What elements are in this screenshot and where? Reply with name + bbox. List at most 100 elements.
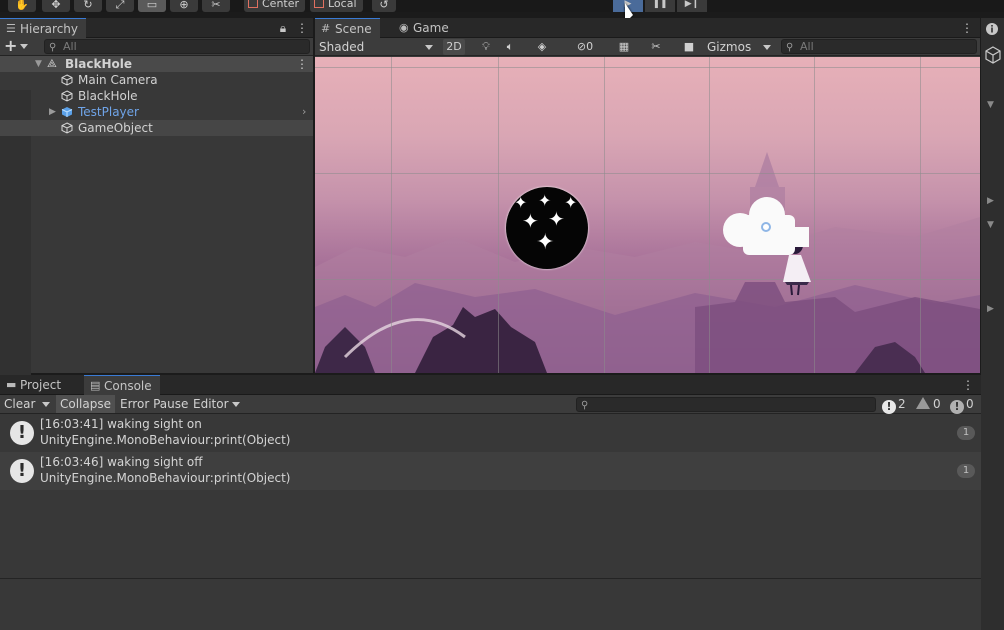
custom-tool-button[interactable]: ✂ xyxy=(202,0,230,12)
rect-tool-button[interactable]: ▭ xyxy=(138,0,166,12)
add-object-dropdown[interactable]: + xyxy=(4,38,34,54)
folder-icon: ▬ xyxy=(6,378,17,391)
error-count-toggle[interactable]: ! 0 xyxy=(950,396,974,414)
hierarchy-item-blackhole[interactable]: BlackHole xyxy=(0,88,313,104)
log-count-badge: 1 xyxy=(957,464,975,478)
scale-tool-button[interactable]: ⤢ xyxy=(106,0,134,12)
pivot-local-button[interactable]: Local xyxy=(310,0,363,12)
scene-menu-icon[interactable]: ⋮ xyxy=(961,20,973,36)
scene-search-input[interactable]: ⚲ All xyxy=(781,39,977,54)
hierarchy-toolbar: + ⚲ All xyxy=(0,38,313,56)
hierarchy-list: ▼ ⟁ BlackHole ⋮ Main Camera BlackHole ▶ … xyxy=(0,56,313,136)
tab-hierarchy[interactable]: ☰ Hierarchy xyxy=(0,18,87,38)
clear-button[interactable]: Clear xyxy=(0,395,39,413)
hierarchy-item-main-camera[interactable]: Main Camera xyxy=(0,72,313,88)
info-count-toggle[interactable]: ! 2 xyxy=(882,396,906,414)
camera-icon: ■ xyxy=(683,40,695,53)
lighting-icon[interactable]: 💡︎ xyxy=(477,39,495,55)
scene-viewport[interactable]: ✦ ✦ ✦ ✦ ✦ ✦ xyxy=(315,57,980,373)
unity-scene-icon: ⟁ xyxy=(47,57,57,70)
chevron-down-icon xyxy=(763,45,771,50)
hand-tool-button[interactable]: ✋ xyxy=(8,0,36,12)
collapse-arrow-icon[interactable]: ▼ xyxy=(987,220,994,230)
tab-project[interactable]: ▬ Project xyxy=(0,375,69,395)
gizmos-dropdown[interactable]: Gizmos xyxy=(707,39,773,55)
move-tool-button[interactable]: ✥ xyxy=(42,0,70,12)
collapse-arrow-icon[interactable]: ▶ xyxy=(987,196,994,206)
tab-scene[interactable]: # Scene xyxy=(315,18,380,38)
log-entry[interactable]: ! [16:03:41] waking sight on UnityEngine… xyxy=(0,414,981,452)
collapse-arrow-icon[interactable]: ▼ xyxy=(987,100,994,110)
info-icon: ! xyxy=(10,421,34,445)
log-message: [16:03:41] waking sight on xyxy=(40,417,202,431)
grid-line xyxy=(315,279,980,280)
search-icon: ⚲ xyxy=(786,42,794,53)
log-detail-divider[interactable] xyxy=(0,578,981,579)
lock-icon[interactable]: 🔒︎ xyxy=(278,20,288,36)
snap-button[interactable]: ↺ xyxy=(372,0,396,12)
sparkle-icon: ✦ xyxy=(564,193,578,212)
hierarchy-item-testplayer[interactable]: ▶ TestPlayer › xyxy=(0,104,313,120)
toggle-2d-button[interactable]: 2D xyxy=(443,39,465,55)
error-icon: ! xyxy=(950,400,964,414)
gameobject-icon xyxy=(985,46,1001,64)
log-count-badge: 1 xyxy=(957,426,975,440)
chevron-right-icon[interactable]: › xyxy=(302,104,306,120)
blackhole-sprite[interactable]: ✦ ✦ ✦ ✦ ✦ ✦ xyxy=(506,187,588,269)
hierarchy-item-label: TestPlayer xyxy=(78,105,139,119)
info-icon: ! xyxy=(10,459,34,483)
sparkle-icon: ✦ xyxy=(536,230,555,255)
collapse-arrow-icon[interactable]: ▶ xyxy=(987,304,994,314)
search-icon: ⚲ xyxy=(49,42,57,53)
log-message: [16:03:46] waking sight off xyxy=(40,455,203,469)
error-pause-button[interactable]: Error Pause xyxy=(116,395,192,413)
clear-options-dropdown[interactable] xyxy=(38,395,54,413)
hidden-objects-toggle[interactable]: ⊘0 xyxy=(571,39,599,55)
grid-line xyxy=(315,173,980,174)
rotate-tool-button[interactable]: ↻ xyxy=(74,0,102,12)
grid-snapping-dropdown[interactable]: ▦ xyxy=(605,39,643,55)
transform-tool-button[interactable]: ⊕ xyxy=(170,0,198,12)
camera-dropdown[interactable]: ■ xyxy=(673,39,705,55)
scene-panel: # Scene ◉ Game ⋮ Shaded 2D 💡︎ 🔈︎ ◈ ⊘0 ▦ … xyxy=(315,18,980,373)
scene-name: BlackHole xyxy=(65,57,132,71)
info-icon: ! xyxy=(882,400,896,414)
hierarchy-item-label: Main Camera xyxy=(78,73,158,87)
effects-dropdown[interactable]: ◈ xyxy=(525,39,559,55)
warning-count-toggle[interactable]: 0 xyxy=(916,396,941,412)
tab-console[interactable]: ▤ Console xyxy=(84,375,160,395)
pivot-center-button[interactable]: Center xyxy=(244,0,306,12)
pause-button[interactable]: ❚❚ xyxy=(645,0,675,12)
grid-line xyxy=(315,67,980,68)
chevron-down-icon xyxy=(20,44,28,49)
audio-icon[interactable]: 🔈︎ xyxy=(501,39,519,55)
expand-arrow-icon[interactable]: ▼ xyxy=(35,56,42,72)
step-button[interactable]: ▶❙ xyxy=(677,0,707,12)
scene-menu-icon[interactable]: ⋮ xyxy=(296,56,308,72)
shading-mode-dropdown[interactable]: Shaded xyxy=(319,39,435,55)
hierarchy-search-input[interactable]: ⚲ All xyxy=(44,39,310,54)
console-search-input[interactable]: ⚲ xyxy=(576,397,876,412)
log-entry[interactable]: ! [16:03:46] waking sight off UnityEngin… xyxy=(0,452,981,490)
local-icon xyxy=(314,0,324,8)
eye-off-icon: ⊘ xyxy=(576,40,587,53)
grid-line xyxy=(604,57,605,373)
camera-gizmo-icon[interactable] xyxy=(723,197,813,259)
info-icon[interactable] xyxy=(985,22,999,36)
background-artwork xyxy=(315,152,980,373)
warning-icon xyxy=(916,397,930,409)
tools-icon[interactable]: ✂ xyxy=(647,39,665,55)
editor-dropdown[interactable]: Editor xyxy=(189,395,243,413)
hierarchy-item-gameobject[interactable]: GameObject xyxy=(0,120,313,136)
tab-game[interactable]: ◉ Game xyxy=(393,18,457,38)
inspector-strip: ▼ ▶ ▼ ▶ xyxy=(981,18,1004,630)
chevron-down-icon xyxy=(42,402,50,407)
gamepad-icon: ◉ xyxy=(399,21,409,34)
console-icon: ▤ xyxy=(90,379,101,392)
console-menu-icon[interactable]: ⋮ xyxy=(962,377,974,393)
hierarchy-menu-icon[interactable]: ⋮ xyxy=(296,20,308,36)
hierarchy-panel: ☰ Hierarchy 🔒︎ ⋮ + ⚲ All ▼ ⟁ BlackHole ⋮… xyxy=(0,18,313,391)
expand-arrow-icon[interactable]: ▶ xyxy=(49,104,56,120)
scene-row[interactable]: ▼ ⟁ BlackHole ⋮ xyxy=(0,56,313,72)
collapse-button[interactable]: Collapse xyxy=(56,395,115,413)
